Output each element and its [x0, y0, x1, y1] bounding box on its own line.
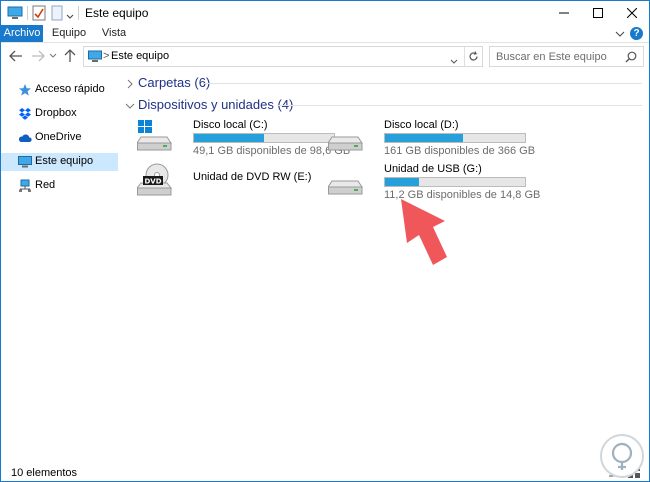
chevron-right-icon — [125, 78, 135, 89]
maximize-button[interactable] — [581, 1, 615, 25]
drive-usage-bar — [384, 133, 526, 143]
address-row: > Este equipo — [1, 42, 649, 70]
drive-usage-fill — [194, 134, 265, 142]
address-dropdown-icon[interactable] — [450, 54, 458, 68]
address-bar[interactable]: > Este equipo — [83, 46, 483, 67]
minimize-button[interactable] — [547, 1, 581, 25]
group-header-dispositivos[interactable]: Dispositivos y unidades (4) — [119, 97, 644, 113]
tab-equipo[interactable]: Equipo — [47, 25, 91, 42]
tab-vista[interactable]: Vista — [96, 25, 132, 42]
chevron-down-icon — [125, 100, 135, 110]
sidebar-item-onedrive[interactable]: OneDrive — [1, 129, 118, 147]
sidebar-item-label: OneDrive — [35, 131, 82, 143]
drive-name: Disco local (D:) — [384, 119, 459, 131]
cloud-icon — [18, 131, 32, 145]
sidebar-item-red[interactable]: Red — [1, 177, 118, 195]
search-icon[interactable] — [625, 51, 637, 66]
chevron-down-icon[interactable] — [66, 9, 74, 25]
svg-text:DVD: DVD — [144, 178, 161, 186]
back-arrow-icon[interactable] — [9, 49, 23, 63]
dvd-drive-icon: DVD — [135, 163, 177, 197]
recent-locations-chevron-icon[interactable] — [49, 49, 57, 63]
search-input[interactable] — [490, 47, 620, 66]
sidebar-item-dropbox[interactable]: Dropbox — [1, 105, 118, 123]
usb-drive-icon — [327, 163, 368, 197]
hard-drive-icon — [327, 119, 368, 153]
navigation-pane: Acceso rápido Dropbox OneDrive Este equi… — [1, 71, 119, 461]
drive-usage-fill — [385, 178, 420, 186]
drive-name: Unidad de DVD RW (E:) — [193, 171, 312, 183]
drive-free-space: 49,1 GB disponibles de 98,6 GB — [193, 145, 351, 157]
group-title: Dispositivos y unidades (4) — [138, 97, 294, 112]
tab-archivo[interactable]: Archivo — [1, 25, 43, 42]
logo-icon — [600, 434, 644, 478]
close-button[interactable] — [615, 1, 649, 25]
dropbox-icon — [18, 107, 32, 121]
ribbon-expand-icon[interactable] — [615, 28, 625, 38]
computer-icon — [7, 5, 23, 21]
drive-usage-fill — [385, 134, 464, 142]
breadcrumb-separator: > — [103, 50, 110, 62]
new-folder-icon[interactable] — [51, 5, 63, 21]
computer-icon — [18, 155, 32, 169]
star-icon — [18, 83, 32, 97]
drive-name: Unidad de USB (G:) — [384, 163, 482, 175]
explorer-window: Este equipo Archivo Equipo Vista ? > Est… — [0, 0, 650, 482]
sidebar-item-label: Este equipo — [35, 155, 94, 167]
ribbon-tabs: Archivo Equipo Vista ? — [1, 25, 649, 42]
breadcrumb-este-equipo[interactable]: Este equipo — [111, 50, 169, 62]
group-title: Carpetas (6) — [138, 75, 211, 90]
sidebar-item-este-equipo[interactable]: Este equipo — [1, 153, 118, 171]
content-pane: Carpetas (6) Dispositivos y unidades (4) — [119, 71, 649, 461]
title-bar: Este equipo — [1, 1, 649, 25]
sidebar-item-label: Dropbox — [35, 107, 77, 119]
windows-drive-icon — [136, 119, 177, 153]
properties-icon[interactable] — [32, 5, 46, 21]
group-header-carpetas[interactable]: Carpetas (6) — [119, 75, 644, 91]
sidebar-item-acceso-rapido[interactable]: Acceso rápido — [1, 81, 118, 99]
sidebar-item-label: Acceso rápido — [35, 83, 105, 95]
computer-icon — [88, 50, 102, 66]
drive-name: Disco local (C:) — [193, 119, 268, 131]
window-title: Este equipo — [85, 6, 149, 20]
refresh-icon[interactable] — [464, 47, 482, 66]
sidebar-item-label: Red — [35, 179, 56, 191]
drive-usage-bar — [384, 177, 526, 187]
drive-g-usb[interactable]: Unidad de USB (G:) 11,2 GB disponibles d… — [327, 163, 540, 201]
drive-d[interactable]: Disco local (D:) 161 GB disponibles de 3… — [327, 119, 535, 157]
drive-c[interactable]: Disco local (C:) 49,1 GB disponibles de … — [136, 119, 350, 157]
drive-free-space: 161 GB disponibles de 366 GB — [384, 145, 536, 157]
up-arrow-icon[interactable] — [63, 49, 77, 63]
annotation-arrow-icon — [401, 199, 447, 265]
drive-e-dvd[interactable]: DVD Unidad de DVD RW (E:) — [135, 163, 327, 199]
network-icon — [18, 179, 32, 193]
status-bar: 10 elementos — [1, 461, 649, 481]
item-count: 10 elementos — [11, 467, 78, 479]
help-icon[interactable]: ? — [630, 27, 643, 40]
drive-usage-bar — [193, 133, 335, 143]
search-box — [489, 46, 644, 67]
forward-arrow-icon[interactable] — [31, 49, 45, 63]
